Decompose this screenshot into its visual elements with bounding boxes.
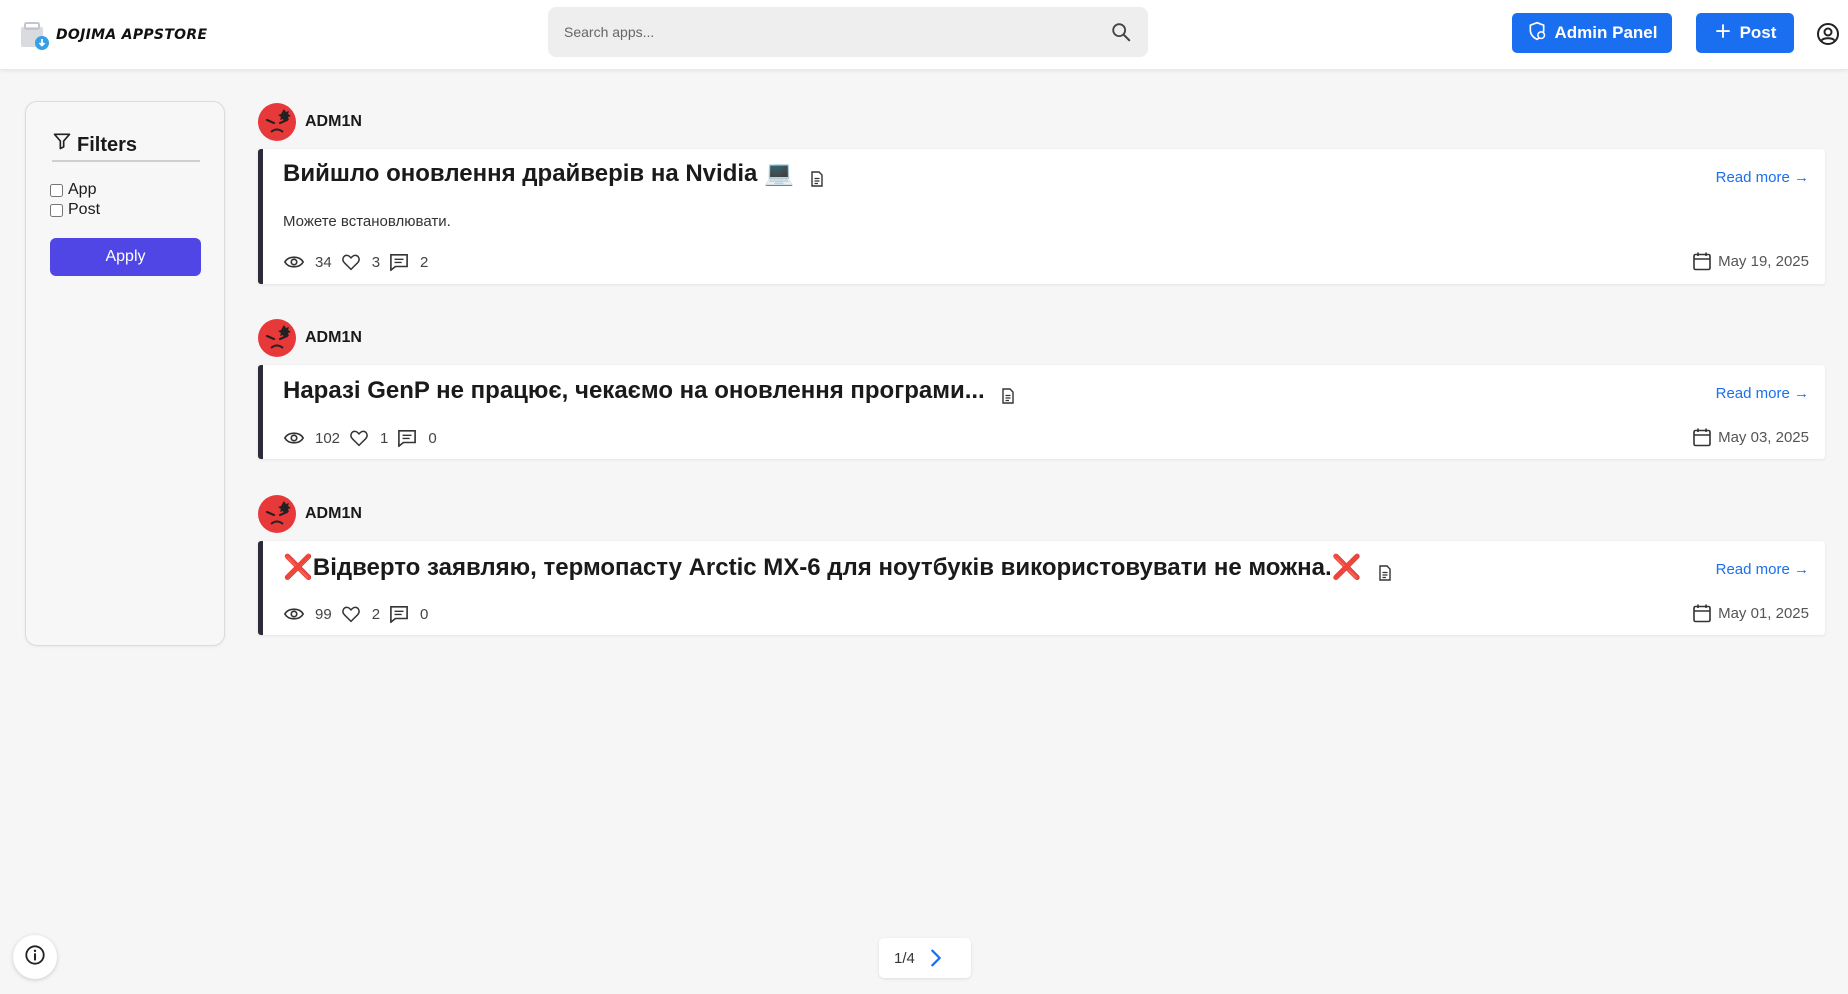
post-card[interactable]: ❌Відверто заявляю, термопасту Arctic MX-… bbox=[258, 541, 1825, 635]
admin-panel-label: Admin Panel bbox=[1554, 23, 1658, 42]
heart-icon[interactable] bbox=[340, 253, 362, 271]
post-date-text: May 03, 2025 bbox=[1718, 428, 1809, 446]
post-date: May 03, 2025 bbox=[1692, 427, 1809, 447]
heart-icon[interactable] bbox=[340, 605, 362, 623]
filter-funnel-icon bbox=[52, 131, 72, 151]
new-post-button[interactable]: Post bbox=[1696, 13, 1794, 53]
post-title: ❌Відверто заявляю, термопасту Arctic MX-… bbox=[283, 554, 1362, 581]
plus-icon bbox=[1714, 22, 1732, 45]
post-title-row: ❌Відверто заявляю, термопасту Arctic MX-… bbox=[283, 553, 1392, 582]
post-author[interactable]: ADM1N bbox=[258, 495, 362, 533]
filters-header: Filters bbox=[52, 130, 200, 162]
info-button[interactable] bbox=[13, 935, 57, 979]
user-account-icon[interactable] bbox=[1816, 22, 1840, 46]
post-excerpt: Можете встановлювати. bbox=[283, 213, 451, 230]
filter-app-label: App bbox=[68, 181, 97, 198]
comments-count: 0 bbox=[420, 605, 429, 623]
avatar bbox=[258, 103, 296, 141]
post-title-row: Вийшло оновлення драйверів на Nvidia 💻 bbox=[283, 159, 824, 188]
views-count: 102 bbox=[315, 429, 341, 447]
author-name: ADM1N bbox=[305, 113, 362, 130]
eye-icon bbox=[283, 253, 305, 271]
filter-post-label: Post bbox=[68, 201, 101, 218]
filter-app-row[interactable]: App bbox=[50, 181, 96, 199]
post-author[interactable]: ADM1N bbox=[258, 319, 362, 357]
eye-icon bbox=[283, 429, 305, 447]
apply-filters-button[interactable]: Apply bbox=[50, 238, 201, 276]
appstore-logo-icon bbox=[18, 19, 50, 51]
avatar bbox=[258, 495, 296, 533]
top-navbar: DOJIMA APPSTORE Admin Panel Post bbox=[0, 0, 1848, 70]
comments-count: 2 bbox=[420, 253, 429, 271]
likes-count: 2 bbox=[371, 605, 381, 623]
read-more-link[interactable]: Read more → bbox=[1716, 385, 1809, 402]
eye-icon bbox=[283, 605, 305, 623]
search-icon[interactable] bbox=[1110, 21, 1132, 43]
page-indicator: 1/4 bbox=[894, 949, 915, 967]
author-name: ADM1N bbox=[305, 505, 362, 522]
pagination: 1/4 bbox=[879, 938, 971, 978]
post-date-text: May 01, 2025 bbox=[1718, 604, 1809, 622]
document-icon bbox=[1378, 560, 1392, 581]
filters-panel: Filters App Post Apply bbox=[25, 101, 225, 646]
views-count: 99 bbox=[315, 605, 332, 623]
post-title-row: Наразі GenP не працює, чекаємо на оновле… bbox=[283, 377, 1015, 405]
admin-panel-button[interactable]: Admin Panel bbox=[1512, 13, 1672, 53]
comment-icon bbox=[388, 253, 410, 272]
info-icon bbox=[24, 944, 46, 971]
filter-post-checkbox[interactable] bbox=[50, 203, 63, 217]
admin-shield-icon bbox=[1527, 21, 1547, 46]
filter-post-row[interactable]: Post bbox=[50, 201, 100, 219]
post-author[interactable]: ADM1N bbox=[258, 103, 362, 141]
read-more-link[interactable]: Read more → bbox=[1716, 169, 1809, 186]
likes-count: 1 bbox=[380, 429, 389, 447]
chevron-right-icon[interactable] bbox=[925, 947, 947, 969]
post-card[interactable]: Наразі GenP не працює, чекаємо на оновле… bbox=[258, 365, 1825, 459]
post-title: Вийшло оновлення драйверів на Nvidia 💻 bbox=[283, 160, 794, 187]
search-input[interactable] bbox=[548, 7, 1088, 57]
calendar-icon bbox=[1692, 603, 1712, 623]
calendar-icon bbox=[1692, 251, 1712, 271]
views-count: 34 bbox=[315, 253, 332, 271]
post-date: May 01, 2025 bbox=[1692, 603, 1809, 623]
document-icon bbox=[810, 166, 824, 187]
comment-icon bbox=[396, 429, 418, 448]
likes-count: 3 bbox=[371, 253, 381, 271]
post-stats: 34 3 2 bbox=[283, 253, 436, 272]
document-icon bbox=[1001, 383, 1015, 404]
app-name: DOJIMA APPSTORE bbox=[56, 27, 208, 43]
post-stats: 102 1 0 bbox=[283, 429, 445, 448]
filters-title: Filters bbox=[77, 134, 138, 156]
post-stats: 99 2 0 bbox=[283, 605, 436, 624]
post-date: May 19, 2025 bbox=[1692, 251, 1809, 271]
author-name: ADM1N bbox=[305, 329, 362, 346]
read-more-link[interactable]: Read more → bbox=[1716, 561, 1809, 578]
post-title: Наразі GenP не працює, чекаємо на оновле… bbox=[283, 377, 985, 404]
avatar bbox=[258, 319, 296, 357]
app-logo[interactable]: DOJIMA APPSTORE bbox=[18, 19, 207, 51]
calendar-icon bbox=[1692, 427, 1712, 447]
post-date-text: May 19, 2025 bbox=[1718, 252, 1809, 270]
comments-count: 0 bbox=[428, 429, 437, 447]
heart-icon[interactable] bbox=[348, 429, 370, 447]
post-card[interactable]: Вийшло оновлення драйверів на Nvidia 💻 R… bbox=[258, 149, 1825, 284]
search-bar bbox=[548, 7, 1148, 57]
new-post-label: Post bbox=[1739, 23, 1777, 42]
filter-app-checkbox[interactable] bbox=[50, 183, 63, 197]
comment-icon bbox=[388, 605, 410, 624]
